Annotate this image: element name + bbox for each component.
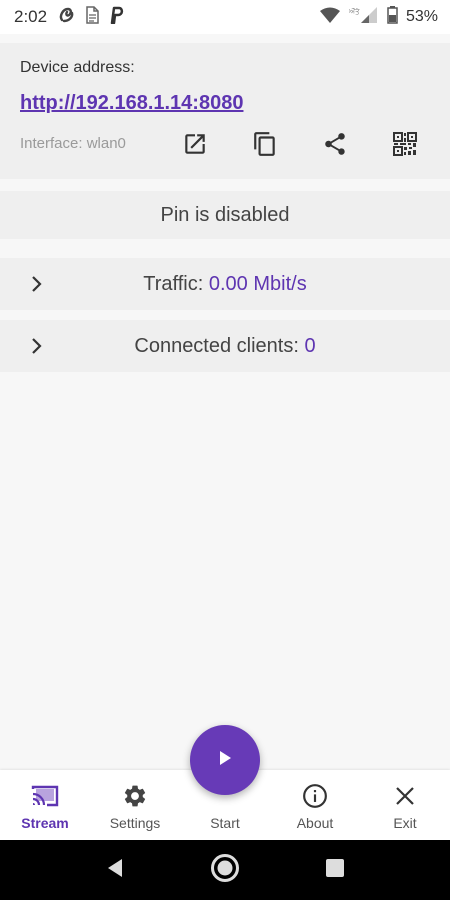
open-in-browser-icon[interactable] [177, 126, 213, 162]
device-address-label: Device address: [20, 59, 135, 76]
traffic-row[interactable]: Traffic: 0.00 Mbit/s [0, 258, 450, 310]
connected-clients-value: 0 [304, 334, 316, 357]
nav-label-about: About [296, 815, 334, 831]
svg-text:ਔਤੇ: ਔਤੇ [349, 7, 360, 16]
traffic-label: Traffic: [143, 272, 209, 295]
document-icon [85, 5, 99, 29]
system-navigation-bar [0, 840, 450, 900]
recents-square-icon [324, 857, 346, 884]
battery-icon [387, 5, 398, 29]
nav-label-exit: Exit [393, 815, 417, 831]
signal-icon: ਔਤੇ [348, 6, 379, 29]
battery-percent: 53% [405, 8, 438, 25]
wifi-icon [319, 7, 341, 28]
back-triangle-icon [104, 857, 126, 884]
status-time: 2:02 [14, 7, 48, 26]
home-circle-icon [210, 853, 240, 888]
connected-clients-label: Connected clients: [134, 334, 305, 357]
nav-item-stream[interactable]: Stream [0, 770, 90, 840]
nav-label-settings: Settings [109, 815, 161, 831]
connected-clients-row[interactable]: Connected clients: 0 [0, 320, 450, 372]
nav-item-settings[interactable]: Settings [90, 770, 180, 840]
cast-icon [31, 782, 59, 810]
nav-label-stream: Stream [21, 815, 69, 831]
nav-label-start: Start [210, 815, 240, 831]
back-button[interactable] [100, 855, 130, 885]
play-icon [216, 749, 234, 772]
home-button[interactable] [210, 853, 240, 888]
traffic-value: 0.00 Mbit/s [208, 272, 307, 295]
nav-item-exit[interactable]: Exit [360, 770, 450, 840]
pin-status-text: Pin is disabled [160, 203, 290, 226]
share-icon[interactable] [317, 126, 353, 162]
status-bar: 2:02 ਔਤੇ 53% [0, 0, 450, 34]
app-icon [57, 6, 75, 29]
copy-icon[interactable] [247, 126, 283, 162]
gear-icon [121, 782, 149, 810]
pin-status-card: Pin is disabled [0, 191, 450, 239]
nav-item-about[interactable]: About [270, 770, 360, 840]
start-button[interactable] [190, 725, 260, 795]
qr-code-icon[interactable] [387, 126, 423, 162]
close-icon [391, 782, 419, 810]
paypal-icon [109, 6, 125, 29]
device-url-link[interactable]: http://192.168.1.14:8080 [20, 92, 243, 115]
recents-button[interactable] [320, 855, 350, 885]
info-icon [301, 782, 329, 810]
device-address-card: Device address: http://192.168.1.14:8080… [0, 43, 450, 179]
interface-label: Interface: wlan0 [20, 135, 126, 152]
